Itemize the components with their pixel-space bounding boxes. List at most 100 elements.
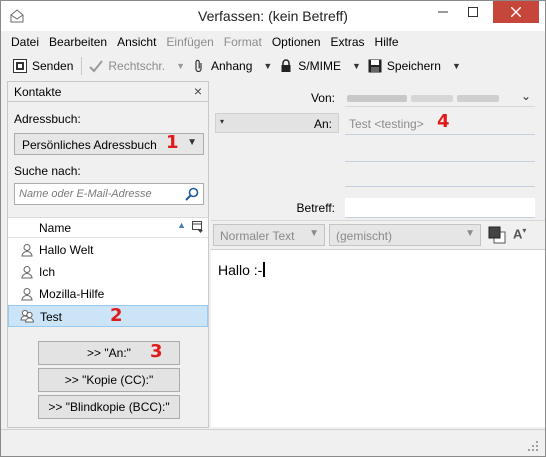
- from-label: Von:: [310, 91, 335, 105]
- sidebar-title: Kontakte: [14, 85, 62, 99]
- search-label: Suche nach:: [14, 164, 81, 178]
- attach-button[interactable]: Anhang: [192, 59, 252, 73]
- column-picker-icon[interactable]: [192, 221, 204, 233]
- send-icon: [13, 59, 27, 73]
- contact-name: Hallo Welt: [39, 243, 94, 257]
- contacts-sidebar: Kontakte × Adressbuch: Persönliches Adre…: [7, 81, 209, 428]
- contact-name: Mozilla-Hilfe: [39, 287, 105, 301]
- smime-label: S/MIME: [298, 59, 341, 73]
- spellcheck-label: Rechtschr.: [108, 59, 166, 73]
- contact-row-ich[interactable]: Ich: [8, 261, 208, 283]
- lock-icon: [281, 59, 291, 72]
- smime-button[interactable]: S/MIME: [279, 59, 341, 73]
- spellcheck-button[interactable]: Rechtschr.: [89, 59, 165, 73]
- search-input[interactable]: Name oder E-Mail-Adresse: [14, 183, 204, 205]
- column-name[interactable]: Name: [39, 221, 71, 235]
- contact-row-test[interactable]: Test: [8, 305, 208, 327]
- marker-2: 2: [110, 305, 123, 326]
- menu-hilfe[interactable]: Hilfe: [375, 35, 399, 49]
- menu-datei[interactable]: Datei: [11, 35, 39, 49]
- person-icon: [21, 266, 33, 279]
- compose-header: Von: ⌄ ▾ An: Test <testing> 4 Betreff:: [211, 81, 545, 218]
- attach-dropdown-icon[interactable]: ▼: [263, 61, 272, 71]
- format-toolbar: Normaler Text ▼ (gemischt) ▼ A▾: [211, 220, 545, 248]
- paragraph-style-select[interactable]: Normaler Text ▼: [213, 224, 325, 246]
- addressbook-value: Persönliches Adressbuch: [22, 138, 157, 152]
- add-cc-button[interactable]: >> "Kopie (CC):": [38, 368, 180, 392]
- font-value: (gemischt): [336, 229, 393, 243]
- spellcheck-dropdown-icon[interactable]: ▼: [176, 61, 185, 71]
- smime-dropdown-icon[interactable]: ▼: [352, 61, 361, 71]
- toolbar-divider: [81, 57, 83, 75]
- search-placeholder: Name oder E-Mail-Adresse: [19, 188, 152, 200]
- contact-name: Ich: [39, 265, 56, 279]
- chevron-down-icon: ▼: [465, 228, 475, 239]
- chevron-down-icon: ▼: [309, 228, 319, 239]
- main-toolbar: Senden Rechtschr. ▼ Anhang ▼ S/MIME ▼ Sp…: [1, 53, 545, 79]
- marker-1: 1: [166, 132, 179, 153]
- contact-row-mozilla-hilfe[interactable]: Mozilla-Hilfe: [8, 283, 208, 305]
- from-redacted: [347, 95, 407, 102]
- send-button[interactable]: Senden: [13, 59, 73, 73]
- menu-ansicht[interactable]: Ansicht: [117, 35, 156, 49]
- menu-einfuegen[interactable]: Einfügen: [166, 35, 213, 49]
- contact-row-hallo-welt[interactable]: Hallo Welt: [8, 239, 208, 261]
- sort-ascending-icon: ▲: [177, 220, 186, 230]
- send-label: Senden: [32, 59, 74, 73]
- recipient-row-empty[interactable]: [345, 161, 535, 162]
- menu-optionen[interactable]: Optionen: [272, 35, 321, 49]
- status-bar: [1, 429, 545, 456]
- resize-grip-icon[interactable]: [527, 440, 539, 452]
- paragraph-style-value: Normaler Text: [220, 229, 295, 243]
- contact-name: Test: [40, 310, 63, 324]
- sidebar-close-icon[interactable]: ×: [194, 83, 202, 99]
- save-label: Speichern: [386, 59, 441, 73]
- from-redacted: [457, 95, 499, 102]
- marker-4: 4: [437, 111, 450, 132]
- paperclip-icon: [195, 59, 202, 73]
- minimize-icon: [438, 11, 448, 13]
- dropdown-arrow-icon: ▾: [220, 117, 225, 126]
- mailing-list-icon: [20, 309, 34, 323]
- menu-format[interactable]: Format: [224, 35, 262, 49]
- body-text: Hallo :-: [218, 262, 263, 278]
- subject-label: Betreff:: [296, 201, 335, 215]
- recipient-type-select[interactable]: ▾ An:: [215, 113, 339, 133]
- floppy-disk-icon: [368, 59, 382, 73]
- minimize-button[interactable]: [429, 1, 457, 23]
- from-redacted: [411, 95, 453, 102]
- editor-content: Hallo :-: [218, 262, 266, 278]
- close-button[interactable]: [493, 1, 539, 23]
- font-size-icon[interactable]: A▾: [513, 226, 526, 241]
- close-icon: [511, 7, 521, 17]
- person-icon: [21, 288, 33, 301]
- font-select[interactable]: (gemischt) ▼: [329, 224, 481, 246]
- maximize-button[interactable]: [459, 1, 487, 23]
- checkmark-icon: [89, 60, 104, 73]
- marker-3: 3: [150, 341, 163, 362]
- contacts-list: Name ▲ Hallo Welt Ich Mozilla-Hilfe Test: [8, 217, 208, 327]
- save-button[interactable]: Speichern: [368, 59, 441, 73]
- subject-input[interactable]: [345, 198, 535, 218]
- compose-window: Verfassen: (kein Betreff) Datei Bearbeit…: [0, 0, 546, 457]
- list-header: Name ▲: [8, 218, 208, 238]
- attach-label: Anhang: [211, 59, 253, 73]
- menu-extras[interactable]: Extras: [331, 35, 365, 49]
- save-dropdown-icon[interactable]: ▼: [452, 61, 461, 71]
- text-color-icon[interactable]: [488, 226, 506, 244]
- chevron-down-icon: ▼: [187, 137, 197, 148]
- from-select[interactable]: ⌄: [345, 87, 535, 107]
- text-caret: [263, 262, 266, 277]
- maximize-icon: [468, 7, 478, 17]
- message-body-editor[interactable]: Hallo :-: [211, 249, 545, 427]
- menu-bearbeiten[interactable]: Bearbeiten: [49, 35, 107, 49]
- add-bcc-button[interactable]: >> "Blindkopie (BCC):": [38, 395, 180, 419]
- addressbook-label: Adressbuch:: [14, 112, 81, 126]
- recipient-row-empty[interactable]: [345, 186, 535, 187]
- chevron-down-icon: ⌄: [520, 89, 531, 103]
- title-bar: Verfassen: (kein Betreff): [1, 1, 545, 31]
- search-icon[interactable]: [184, 186, 200, 202]
- sidebar-header: Kontakte ×: [8, 82, 208, 102]
- person-icon: [21, 244, 33, 257]
- menu-bar: Datei Bearbeiten Ansicht Einfügen Format…: [1, 31, 545, 52]
